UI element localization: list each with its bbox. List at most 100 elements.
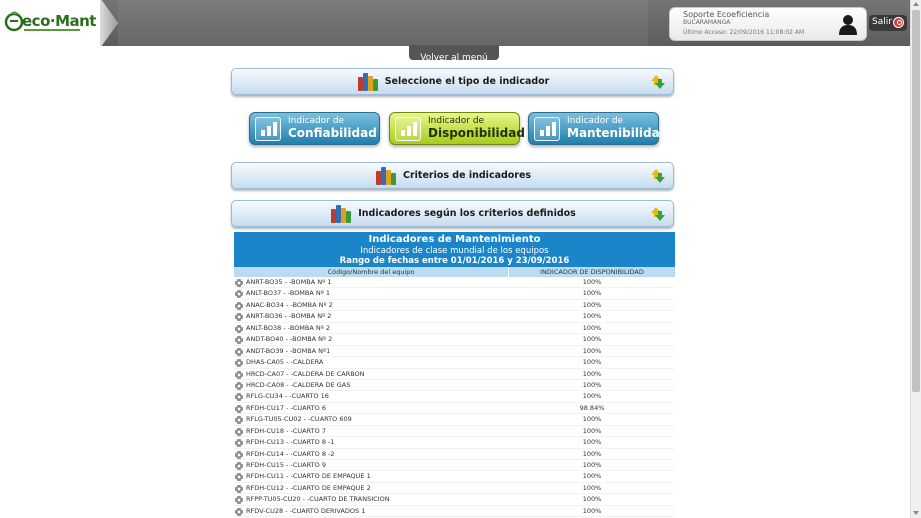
cell-equipo: ANDT-BO40 - -BOMBA Nº 2 [234,334,509,345]
scrollbar-thumb[interactable] [912,10,920,392]
column-header-equipo: Código/Nombre del equipo [234,267,509,277]
equipo-name: RFLG-CU34 - -CUARTO 16 [246,392,329,401]
table-row: RFDH-CU15 - -CUARTO 9 100% [234,460,675,472]
equipo-name: ANAC-BO34 - -BOMBA Nº 2 [246,300,333,309]
table-body: ANRT-BO35 - -BOMBA Nº 1 100% ANLT-BO37 - -… [234,277,675,518]
equipo-name: ANDT-BO39 - -BOMBA Nº1 [246,346,331,355]
header-band [118,0,648,46]
table-row: HRCD-CA08 - -CALDERA DE GAS 100% [234,380,675,392]
logout-label: Salir [872,17,892,27]
collapse-arrow-icon[interactable] [650,167,666,185]
top-header: eco·Mant Soporte Ecoeficiencia BUCARAMAN… [0,0,910,46]
equipo-name: RFPP-TU05-CU20 - -CUARTO DE TRANSICION [246,495,390,504]
cell-indicador: 100% [582,392,602,401]
cell-indicador: 100% [582,449,602,458]
scroll-up-icon[interactable] [913,2,919,6]
gear-icon [235,324,243,333]
last-access: Último Acceso: 22/09/2016 11:08:02 AM [683,29,805,36]
cell-indicador: 98.84% [579,403,605,412]
table-row: RFPP-TU05-CU20 - -CUARTO DE TRANSICION 10… [234,494,675,506]
cell-equipo: RFDH-CU17 - -CUARTO 6 [234,403,509,413]
back-to-menu-button[interactable]: Volver al menú [409,45,499,63]
books-icon [357,72,378,91]
table-row: ANRT-BO35 - -BOMBA Nº 1 100% [234,277,675,289]
cell-indicador: 100% [582,289,602,298]
cell-indicador: 100% [582,346,602,355]
disponibilidad-button[interactable]: Indicador de Disponibilidad [389,112,525,145]
confiabilidad-button[interactable]: Indicador de Confiabilidad [249,112,380,145]
user-city: BUCARAMANGA [683,19,731,26]
table-row: DHAS-CA05 - -CALDERA 100% [234,357,675,369]
table-row: RFDH-CU13 - -CUARTO 8 -1 100% [234,437,675,449]
report-header: Indicadores de Mantenimiento Indicadores… [234,232,675,267]
collapse-arrow-icon[interactable] [650,73,666,91]
gear-icon [235,301,243,310]
scroll-down-icon[interactable] [913,511,919,515]
gear-icon [235,359,243,368]
logo-text: eco·Mant [22,12,96,30]
section-results-title: Indicadores según los criterios definido… [358,208,576,219]
gear-icon [235,393,243,402]
logo-icon [4,11,24,32]
cell-equipo: ANRT-BO35 - -BOMBA Nº 1 [234,277,509,287]
cell-indicador: 100% [582,483,602,492]
cell-indicador: 100% [582,278,602,286]
power-icon [893,17,904,28]
gear-icon [235,473,243,482]
cell-equipo: HRCD-CA07 - -CALDERA DE CARBON [234,369,509,379]
report-date-range: Rango de fechas entre 01/01/2016 y 23/09… [339,256,570,266]
section-criteria-title: Criterios de indicadores [402,170,532,181]
equipo-name: ANRT-BO35 - -BOMBA Nº 1 [246,278,332,286]
gear-icon [235,462,243,470]
equipo-name: RFDH-CU17 - -CUARTO 6 [246,403,326,412]
gear-icon [235,439,243,448]
report-title: Indicadores de Mantenimiento [368,234,541,245]
mantenibilidad-button-small-label: Indicador de [567,116,624,126]
gear-icon [235,290,243,299]
books-icon [375,166,396,185]
section-indicator-type[interactable]: Seleccione el tipo de indicador [231,68,674,95]
cell-equipo: HRCD-CA08 - -CALDERA DE GAS [234,380,509,390]
back-to-menu-label: Volver al menú [420,53,488,63]
equipo-name: ANLT-BO37 - -BOMBA Nº 1 [246,289,331,298]
mantenibilidad-button-label: Mantenibilidad [567,126,669,140]
logo-area: eco·Mant [0,0,118,46]
section-criteria[interactable]: Criterios de indicadores [231,162,674,189]
table-row: ANDT-BO39 - -BOMBA Nº1 100% [234,346,675,358]
cell-indicador: 100% [582,472,602,481]
cell-indicador: 100% [582,323,602,332]
equipo-name: RFDH-CU15 - -CUARTO 9 [246,461,326,469]
cell-equipo: ANRT-BO36 - -BOMBA Nº 2 [234,311,509,322]
mantenibilidad-button[interactable]: Indicador de Mantenibilidad [528,112,668,145]
table-row: RFDH-CU17 - -CUARTO 6 98.84% [234,403,675,415]
gear-icon [235,507,243,516]
bar-chart-icon [395,117,421,141]
table-row: RFDH-CU12 - -CUARTO DE EMPAQUE 2 100% [234,483,675,495]
cell-equipo: RFDH-CU12 - -CUARTO DE EMPAQUE 2 [234,483,509,493]
equipo-name: HRCD-CA08 - -CALDERA DE GAS [246,380,351,389]
disponibilidad-button-small-label: Indicador de [428,116,485,126]
user-avatar-icon [839,15,857,35]
gear-icon [235,416,243,425]
gear-icon [235,336,243,345]
cell-indicador: 100% [582,438,602,447]
cell-indicador: 100% [582,358,602,367]
logo-tagline [24,29,80,31]
cell-equipo: ANLT-BO37 - -BOMBA Nº 1 [234,288,509,299]
table-column-headers: Código/Nombre del equipo INDICADOR DE DI… [234,267,675,277]
equipo-name: RFDH-CU14 - -CUARTO 8 -2 [246,449,335,458]
equipo-name: DHAS-CA05 - -CALDERA [246,358,324,367]
cell-indicador: 100% [582,380,602,389]
section-results[interactable]: Indicadores según los criterios definido… [231,200,674,227]
confiabilidad-button-small-label: Indicador de [288,116,345,126]
table-row: RFLG-TU05-CU02 - -CUARTO 609 100% [234,414,675,426]
equipo-name: RFDV-CU28 - -CUARTO DERIVADOS 1 [246,506,366,515]
confiabilidad-button-label: Confiabilidad [288,126,377,140]
vertical-scrollbar[interactable] [910,0,921,518]
report-table: Indicadores de Mantenimiento Indicadores… [234,232,675,518]
logout-button[interactable]: Salir [869,15,907,31]
user-info-box: Soporte Ecoeficiencia BUCARAMANGA Último… [669,7,867,41]
table-row: RFDV-CU28 - -CUARTO DERIVADOS 1 100% [234,506,675,518]
bar-chart-icon [255,117,281,141]
collapse-arrow-icon[interactable] [650,205,666,223]
